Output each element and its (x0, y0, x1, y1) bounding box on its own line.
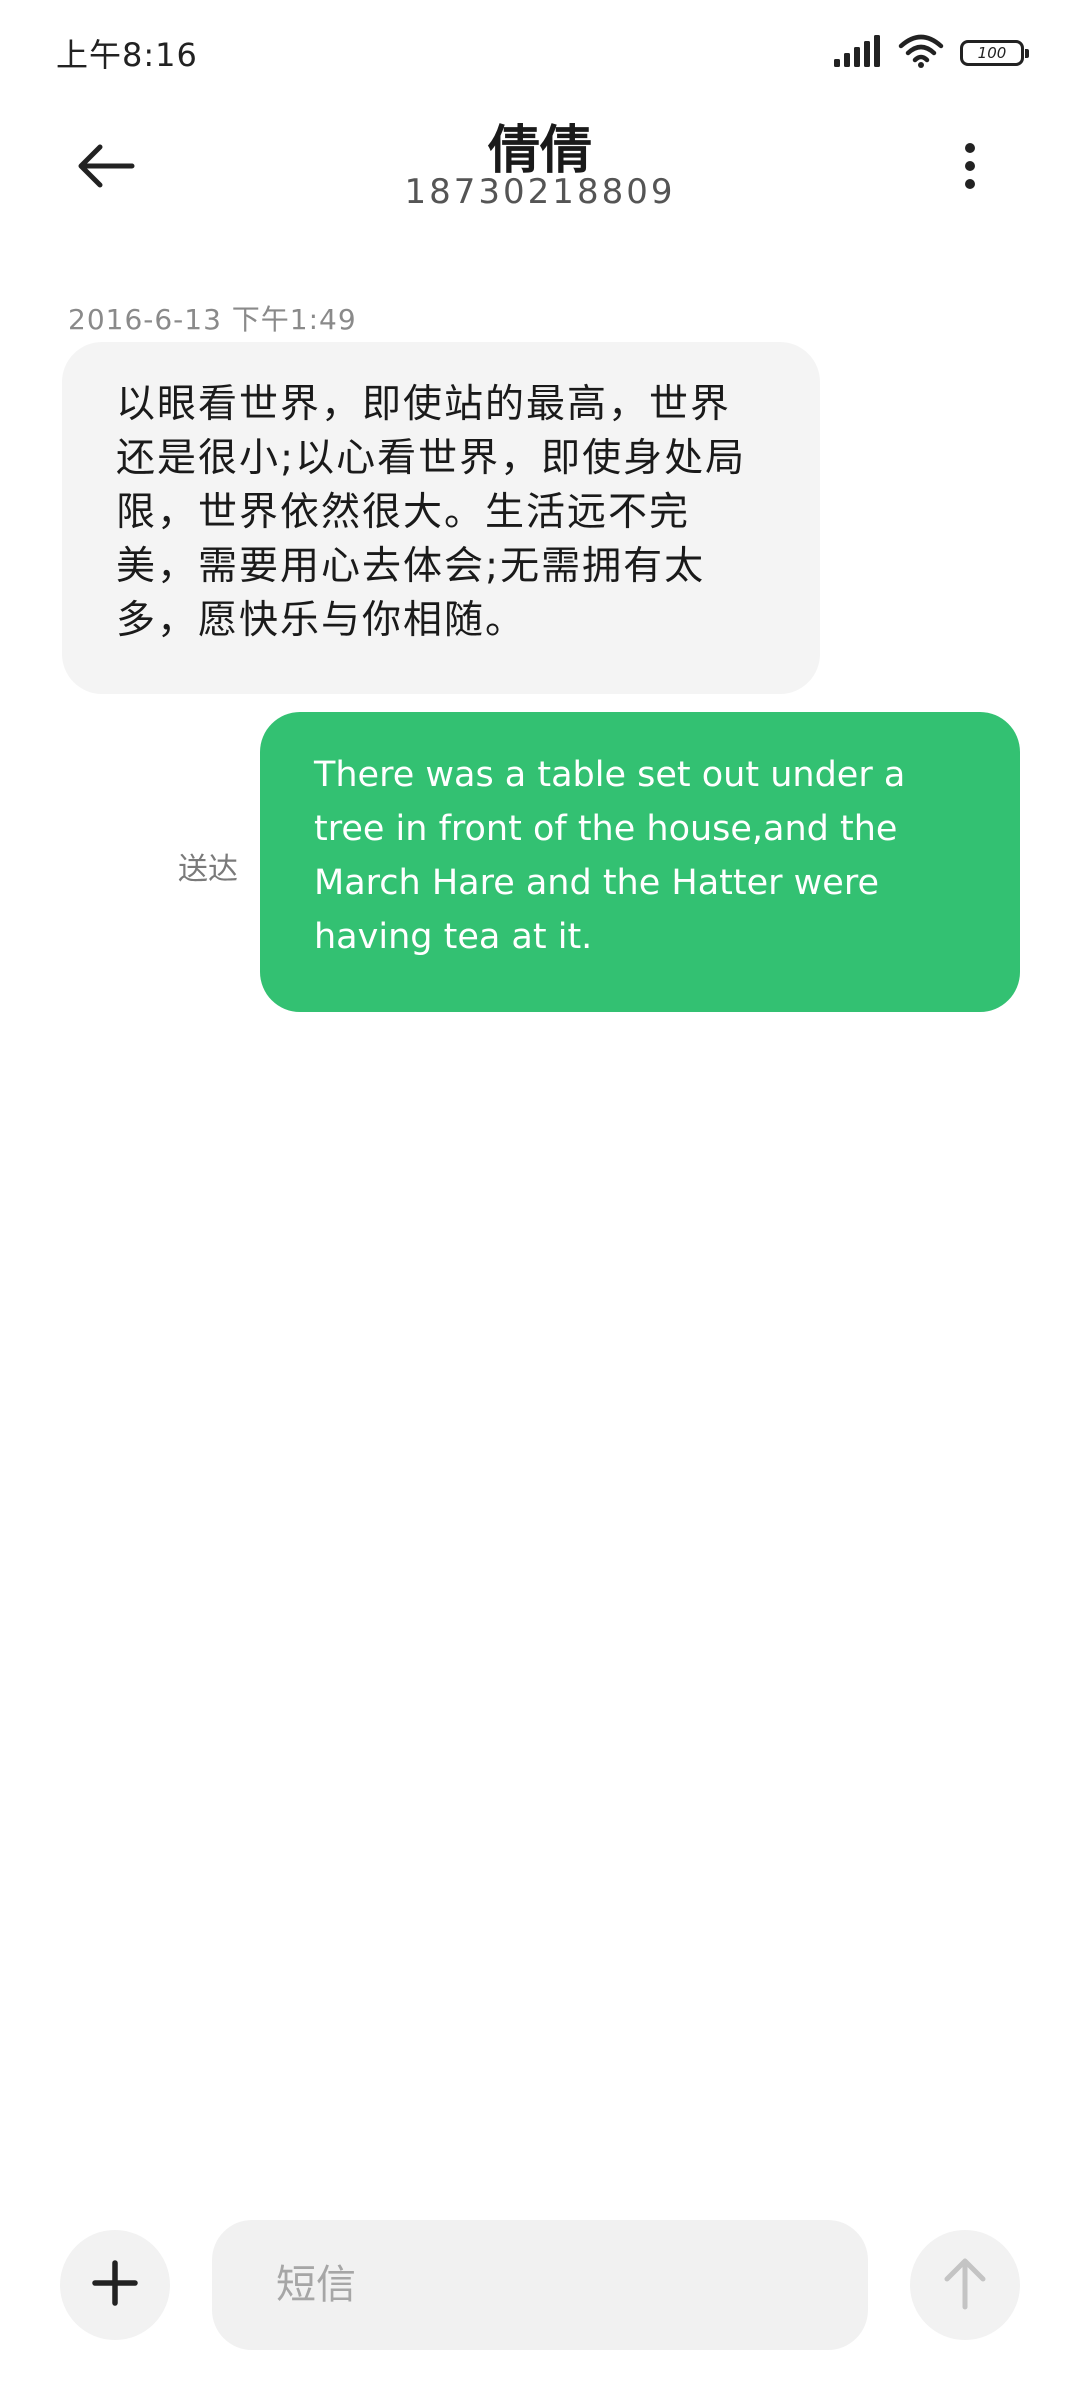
conversation-header: 倩倩 18730218809 (0, 100, 1080, 230)
add-attachment-button[interactable] (60, 2230, 170, 2340)
battery-icon: 100 (960, 40, 1029, 66)
battery-level: 100 (977, 43, 1007, 62)
signal-icon (832, 35, 882, 71)
add-icon (91, 2259, 139, 2311)
message-input[interactable] (212, 2220, 868, 2350)
wifi-icon (898, 34, 944, 72)
status-time: 上午8:16 (56, 36, 198, 74)
outgoing-message-bubble[interactable]: There was a table set out under a tree i… (260, 712, 1020, 1012)
incoming-message-bubble[interactable]: 以眼看世界，即使站的最高，世界还是很小;以心看世界，即使身处局限，世界依然很大。… (62, 342, 820, 694)
incoming-message-text: 以眼看世界，即使站的最高，世界还是很小;以心看世界，即使身处局限，世界依然很大。… (116, 382, 747, 643)
message-timestamp: 2016-6-13 下午1:49 (68, 303, 357, 336)
status-bar: 上午8:16 100 (0, 0, 1080, 100)
status-icons: 100 (832, 34, 1029, 72)
more-vertical-icon (963, 142, 977, 194)
more-options-button[interactable] (940, 128, 1000, 208)
delivery-status: 送达 (178, 852, 238, 887)
contact-phone-number: 18730218809 (404, 172, 676, 212)
send-arrow-icon (941, 2255, 989, 2315)
message-composer (0, 2220, 1080, 2360)
outgoing-message-text: There was a table set out under a tree i… (314, 755, 906, 957)
send-button[interactable] (910, 2230, 1020, 2340)
